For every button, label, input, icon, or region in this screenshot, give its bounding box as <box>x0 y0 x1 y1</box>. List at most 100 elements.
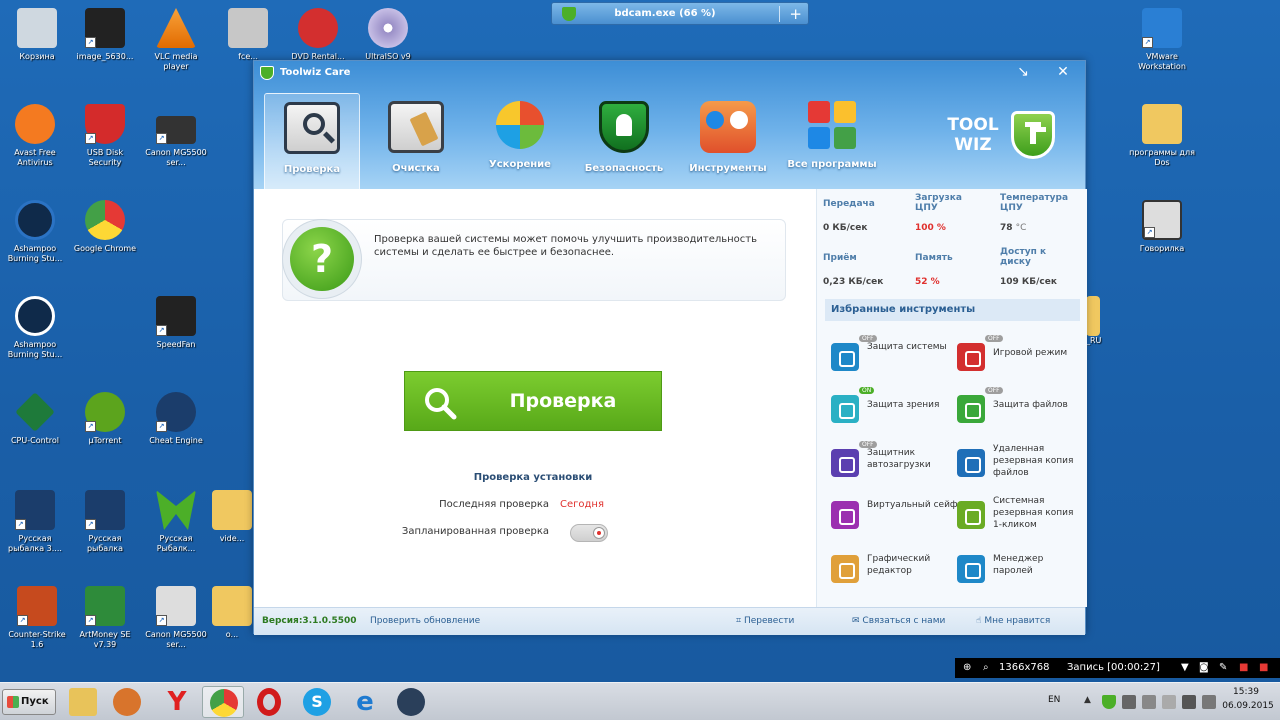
desktop-icon-ashampoo[interactable]: Ashampoo Burning Stu... <box>0 200 70 264</box>
start-button[interactable]: Пуск <box>2 689 56 715</box>
desktop-icon-video-folder[interactable]: vide... <box>212 490 252 544</box>
fav-virtual-safe[interactable]: Виртуальный сейф <box>831 495 958 535</box>
question-icon: ? <box>282 219 362 299</box>
desktop-icon-cheat-engine[interactable]: ↗ Cheat Engine <box>141 392 211 446</box>
clock-date[interactable]: 06.09.2015 <box>1220 701 1276 711</box>
tray-arrow-icon[interactable]: ▲ <box>1084 695 1098 709</box>
check-update-link[interactable]: Проверить обновление <box>370 616 480 626</box>
contact-link[interactable]: ✉ Связаться с нами <box>852 616 945 626</box>
desktop-icon-image[interactable]: ↗ image_5630... <box>70 8 140 62</box>
recorder-bar: ⊕ ⌕ 1366x768 Запись [00:00:27] ▼ ◙ ✎ ■ ■ <box>955 658 1280 678</box>
plus-icon[interactable]: + <box>789 4 802 24</box>
tab-clean[interactable]: Очистка <box>368 93 464 189</box>
desktop-icon-canon-2[interactable]: ↗ Canon MG5500 ser... <box>141 586 211 650</box>
system-tray: EN ▲ 15:39 06.09.2015 <box>1040 683 1280 720</box>
tray-icon-3[interactable] <box>1162 695 1176 709</box>
image-icon: ↗ <box>85 8 125 48</box>
install-check-link[interactable]: Проверка установки <box>404 472 662 483</box>
butterfly-icon <box>156 490 196 530</box>
desktop-icon-utorrent[interactable]: ↗ µTorrent <box>70 392 140 446</box>
desktop-icon-fishing[interactable]: ↗ Русская рыбалка <box>70 490 140 554</box>
folder-icon <box>212 490 252 530</box>
scan-button[interactable]: Проверка <box>404 371 662 431</box>
desktop-icon-avast[interactable]: Avast Free Antivirus <box>0 104 70 168</box>
taskbar-ie[interactable]: e <box>344 686 386 718</box>
camera-icon[interactable]: ◙ <box>1199 662 1209 673</box>
volume-icon[interactable] <box>1202 695 1216 709</box>
desktop-icon-vlc[interactable]: VLC media player <box>141 8 211 72</box>
tab-speedup[interactable]: Ускорение <box>472 93 568 189</box>
desktop-icon-artmoney[interactable]: ↗ ArtMoney SE v7.39 <box>70 586 140 650</box>
tab-security[interactable]: Безопасность <box>576 93 672 189</box>
taskbar-yandex[interactable]: Y <box>156 686 198 718</box>
fav-password-manager[interactable]: Менеджер паролей <box>957 549 1082 589</box>
translate-link[interactable]: ⌗ Перевести <box>736 616 794 626</box>
desktop-icon-dos-folder[interactable]: программы для Dos <box>1127 104 1197 168</box>
desktop-icon-recycle-bin[interactable]: Корзина <box>2 8 72 62</box>
fav-game-mode[interactable]: OFF Игровой режим <box>957 335 1082 377</box>
record-icon[interactable]: ■ <box>1259 662 1268 673</box>
stat-recv: Приём 0,23 КБ/сек <box>823 253 884 287</box>
fav-system-protection[interactable]: OFF Защита системы <box>831 335 956 377</box>
bandicam-topbar[interactable]: bdcam.exe (66 %) + <box>551 2 809 25</box>
desktop-icon-chrome[interactable]: Google Chrome <box>70 200 140 254</box>
recycle-bin-icon <box>17 8 57 48</box>
fav-startup-guard[interactable]: OFF Защитник автозагрузки <box>831 441 956 483</box>
desktop-icon-fce[interactable]: fce... <box>213 8 283 62</box>
network-icon[interactable] <box>1182 695 1196 709</box>
search-icon[interactable]: ⌕ <box>983 662 989 673</box>
fav-image-editor[interactable]: Графический редактор <box>831 549 956 589</box>
disc-icon <box>368 8 408 48</box>
stop-icon[interactable]: ■ <box>1239 662 1248 673</box>
taskbar-explorer[interactable] <box>62 686 104 718</box>
desktop-icon-govorilka[interactable]: ↗ Говорилка <box>1127 200 1197 254</box>
clock-time[interactable]: 15:39 <box>1226 687 1266 697</box>
desktop-icon-cpu-control[interactable]: CPU-Control <box>0 392 70 446</box>
fav-remote-backup[interactable]: Удаленная резервная копия файлов <box>957 443 1082 483</box>
stat-cpu: Загрузка ЦПУ 100 % <box>915 193 962 233</box>
desktop-icon-folder-o[interactable]: o... <box>212 586 252 640</box>
desktop-icon-dvd[interactable]: DVD Rental... <box>283 8 353 62</box>
fav-eye-protection[interactable]: ON Защита зрения <box>831 387 956 429</box>
opera-icon <box>257 688 281 716</box>
desktop-icon-canon[interactable]: ↗ Canon MG5500 ser... <box>141 104 211 168</box>
like-link[interactable]: ☝ Мне нравится <box>976 616 1050 626</box>
desktop-icon-ultraiso[interactable]: UltraISO v9 <box>353 8 423 62</box>
taskbar-skype[interactable]: S <box>296 686 338 718</box>
search-icon <box>425 388 457 420</box>
desktop-icon-counter-strike[interactable]: ↗ Counter-Strike 1.6 <box>2 586 72 650</box>
fav-file-protection[interactable]: OFF Защита файлов <box>957 387 1082 429</box>
taskbar-opera[interactable] <box>248 686 290 718</box>
skype-icon: S <box>303 688 331 716</box>
fav-system-backup[interactable]: Системная резервная копия 1-кликом <box>957 495 1082 535</box>
tab-all-programs[interactable]: Все программы <box>784 93 880 189</box>
restore-icon[interactable]: ↘ <box>1011 61 1035 83</box>
toolwiz-tray-icon[interactable] <box>1102 695 1116 709</box>
dropdown-icon[interactable]: ▼ <box>1181 662 1189 673</box>
p3-icon: ↗ <box>15 490 55 530</box>
scheduled-check-toggle[interactable] <box>570 524 608 542</box>
desktop-icon-vmware[interactable]: ↗ VMware Workstation <box>1127 8 1197 72</box>
desktop-icon-usb-security[interactable]: ↗ USB Disk Security <box>70 104 140 168</box>
tab-scan[interactable]: Проверка <box>264 93 360 189</box>
taskbar-chrome[interactable] <box>202 686 244 718</box>
desktop-icon-ashampoo-2[interactable]: Ashampoo Burning Stu... <box>0 296 70 360</box>
language-indicator[interactable]: EN <box>1048 695 1060 705</box>
pin-icon[interactable]: ⊕ <box>963 662 971 673</box>
close-icon[interactable]: ✕ <box>1051 61 1075 83</box>
info-text: Проверка вашей системы может помочь улуч… <box>374 234 758 258</box>
desktop-icon-ru-folder[interactable]: _RU <box>1086 296 1126 346</box>
taskbar-settings[interactable] <box>390 686 432 718</box>
scan-pane: ? Проверка вашей системы может помочь ул… <box>254 189 816 607</box>
vmware-icon: ↗ <box>1142 8 1182 48</box>
tray-icon-2[interactable] <box>1142 695 1156 709</box>
desktop-icon-fishing-2[interactable]: Русская Рыбалк... <box>141 490 211 554</box>
pencil-icon[interactable]: ✎ <box>1219 662 1227 673</box>
remote-backup-icon <box>957 449 985 477</box>
desktop-icon-fishing-3[interactable]: ↗ Русская рыбалка 3.... <box>0 490 70 554</box>
desktop-icon-speedfan[interactable]: ↗ SpeedFan <box>141 296 211 350</box>
taskbar-media[interactable] <box>106 686 148 718</box>
tray-icon-1[interactable] <box>1122 695 1136 709</box>
tab-tools[interactable]: Инструменты <box>680 93 776 189</box>
avast-icon <box>15 104 55 144</box>
